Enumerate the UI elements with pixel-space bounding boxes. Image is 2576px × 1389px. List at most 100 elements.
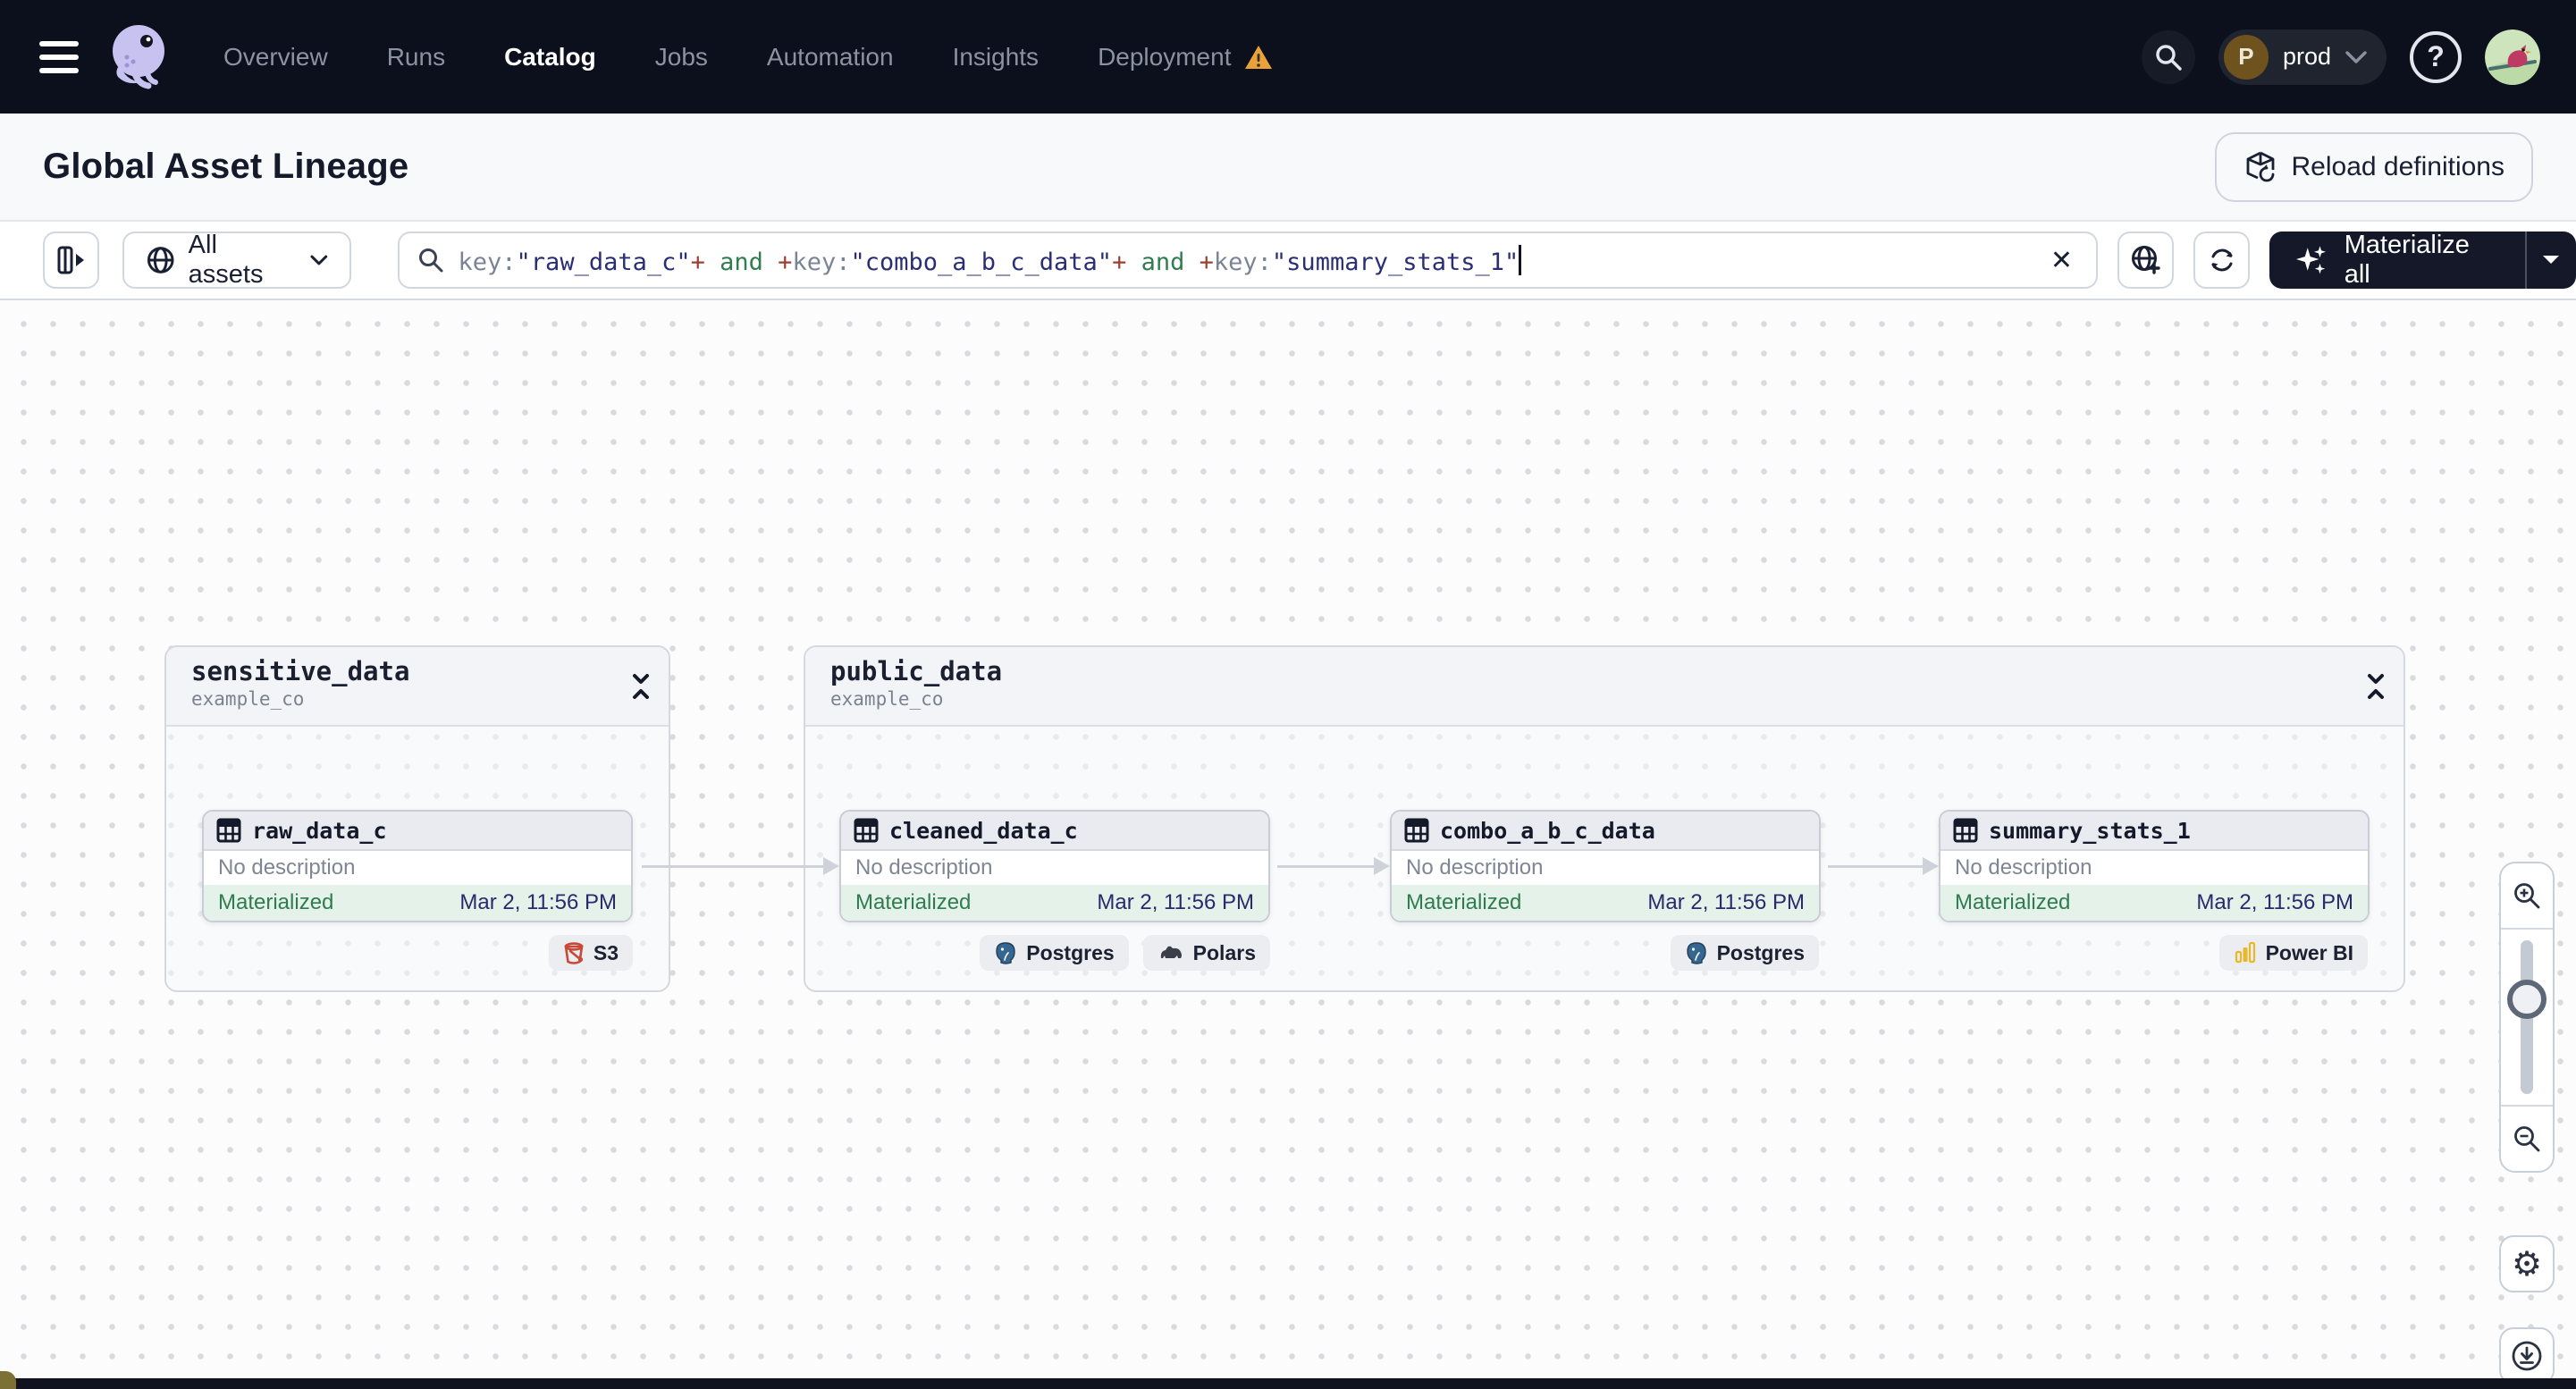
deployment-avatar: P [2223,34,2269,80]
edge-combo-to-summary [1828,865,1924,868]
group-title: sensitive_data [191,656,410,686]
tag-s3[interactable]: S3 [548,935,633,971]
table-icon [1953,818,1978,843]
nav-items: Overview Runs Catalog Jobs Automation In… [223,43,1274,72]
dagster-logo-icon[interactable] [102,18,175,96]
nav-item-overview[interactable]: Overview [223,43,328,72]
materialize-options-icon[interactable] [2524,232,2576,289]
materialize-all-button[interactable]: Materialize all [2269,232,2525,289]
asset-scope-dropdown[interactable]: All assets [122,231,351,289]
navbar-right: P prod ? [2141,29,2540,85]
open-panel-icon[interactable] [43,232,100,289]
collapse-group-icon[interactable] [629,670,652,707]
s3-bucket-icon [564,942,584,964]
search-icon[interactable] [2141,29,2195,84]
asset-node-header: combo_a_b_c_data [1392,812,1819,851]
globe-icon [147,247,174,274]
edge-arrowhead [1923,857,1939,875]
polars-icon [1160,946,1182,958]
status-badge: Materialized [218,890,334,914]
asset-status-bar: Materialized Mar 2, 11:56 PM [841,885,1268,921]
text-cursor [1519,244,1522,275]
nav-item-runs[interactable]: Runs [387,43,445,72]
search-icon [418,248,443,273]
nav-item-automation[interactable]: Automation [767,43,894,72]
group-repo: example_co [191,688,305,710]
tags-summary-stats-1: Power BI [2116,935,2368,971]
filter-query-text: key:"raw_data_c"+ and +key:"combo_a_b_c_… [459,244,2043,276]
asset-status-bar: Materialized Mar 2, 11:56 PM [1940,885,2368,921]
table-icon [1404,818,1429,843]
tag-power-bi[interactable]: Power BI [2218,935,2368,971]
group-header: public_data example_co [805,647,2403,727]
warning-icon [1245,45,1273,69]
tag-postgres[interactable]: Postgres [1670,935,1819,971]
asset-node-header: cleaned_data_c [841,812,1268,851]
materialization-timestamp[interactable]: Mar 2, 11:56 PM [2196,890,2353,915]
refresh-icon[interactable] [2193,232,2251,289]
page-header: Global Asset Lineage Reload definitions [0,114,2576,222]
asset-node-combo-a-b-c-data[interactable]: combo_a_b_c_data No description Material… [1390,810,1821,922]
top-navbar: Overview Runs Catalog Jobs Automation In… [0,0,2576,114]
asset-description: No description [1406,855,1544,880]
add-scope-icon[interactable] [2117,232,2175,289]
lineage-canvas[interactable]: sensitive_data example_co public_data ex… [0,302,2576,1389]
zoom-in-icon[interactable] [2501,863,2553,930]
asset-description: No description [855,855,993,880]
gear-icon: ⚙ [2511,1245,2543,1284]
edge-arrowhead [823,857,839,875]
postgres-icon [1686,942,1706,964]
lineage-toolbar: All assets key:"raw_data_c"+ and +key:"c… [0,222,2576,300]
power-bi-icon [2235,941,2255,964]
asset-node-cleaned-data-c[interactable]: cleaned_data_c No description Materializ… [839,810,1270,922]
table-icon [854,818,879,843]
zoom-controls [2499,862,2555,1173]
tags-cleaned-data-c: Postgres Polars [980,935,1270,971]
tags-combo-a-b-c-data: Postgres [1567,935,1819,971]
zoom-slider[interactable] [2501,930,2553,1105]
zoom-out-icon[interactable] [2501,1105,2553,1171]
edge-arrowhead [1374,857,1390,875]
nav-item-insights[interactable]: Insights [953,43,1040,72]
bottom-edge-bar [0,1378,2576,1389]
asset-node-raw-data-c[interactable]: raw_data_c No description Materialized M… [202,810,633,922]
nav-item-jobs[interactable]: Jobs [655,43,708,72]
user-avatar[interactable] [2485,29,2540,85]
download-graph-button[interactable] [2499,1327,2555,1385]
download-icon [2512,1341,2542,1371]
materialize-all-split-button: Materialize all [2269,232,2576,289]
postgres-icon [996,942,1015,964]
graph-settings-button[interactable]: ⚙ [2499,1235,2555,1292]
materialization-timestamp[interactable]: Mar 2, 11:56 PM [1647,890,1805,915]
nav-item-catalog[interactable]: Catalog [504,43,596,72]
table-icon [216,818,241,843]
sparkles-icon [2296,246,2327,274]
chevron-down-icon [310,255,328,265]
tags-raw-data-c: S3 [381,935,633,971]
collapse-group-icon[interactable] [2364,670,2387,707]
nav-item-deployment[interactable]: Deployment [1098,43,1274,72]
group-header: sensitive_data example_co [166,647,669,727]
menu-icon[interactable] [39,40,79,73]
asset-status-bar: Materialized Mar 2, 11:56 PM [204,885,631,921]
asset-description: No description [1955,855,2092,880]
edge-raw-to-cleaned [642,865,825,868]
deployment-switcher[interactable]: P prod [2218,29,2387,85]
asset-description: No description [218,855,356,880]
clear-filter-icon[interactable]: ✕ [2043,241,2080,280]
materialization-timestamp[interactable]: Mar 2, 11:56 PM [459,890,617,915]
reload-cube-icon [2246,151,2274,181]
asset-node-summary-stats-1[interactable]: summary_stats_1 No description Materiali… [1939,810,2370,922]
deployment-name: prod [2282,43,2331,70]
materialization-timestamp[interactable]: Mar 2, 11:56 PM [1097,890,1254,915]
reload-definitions-button[interactable]: Reload definitions [2214,131,2533,202]
page-title: Global Asset Lineage [43,147,409,186]
zoom-slider-thumb[interactable] [2507,980,2547,1019]
bottom-left-accent [0,1371,16,1389]
tag-polars[interactable]: Polars [1142,935,1270,971]
tag-postgres[interactable]: Postgres [980,935,1129,971]
status-badge: Materialized [855,890,972,914]
help-icon[interactable]: ? [2410,30,2462,83]
status-badge: Materialized [1955,890,2071,914]
asset-filter-input[interactable]: key:"raw_data_c"+ and +key:"combo_a_b_c_… [397,232,2099,289]
